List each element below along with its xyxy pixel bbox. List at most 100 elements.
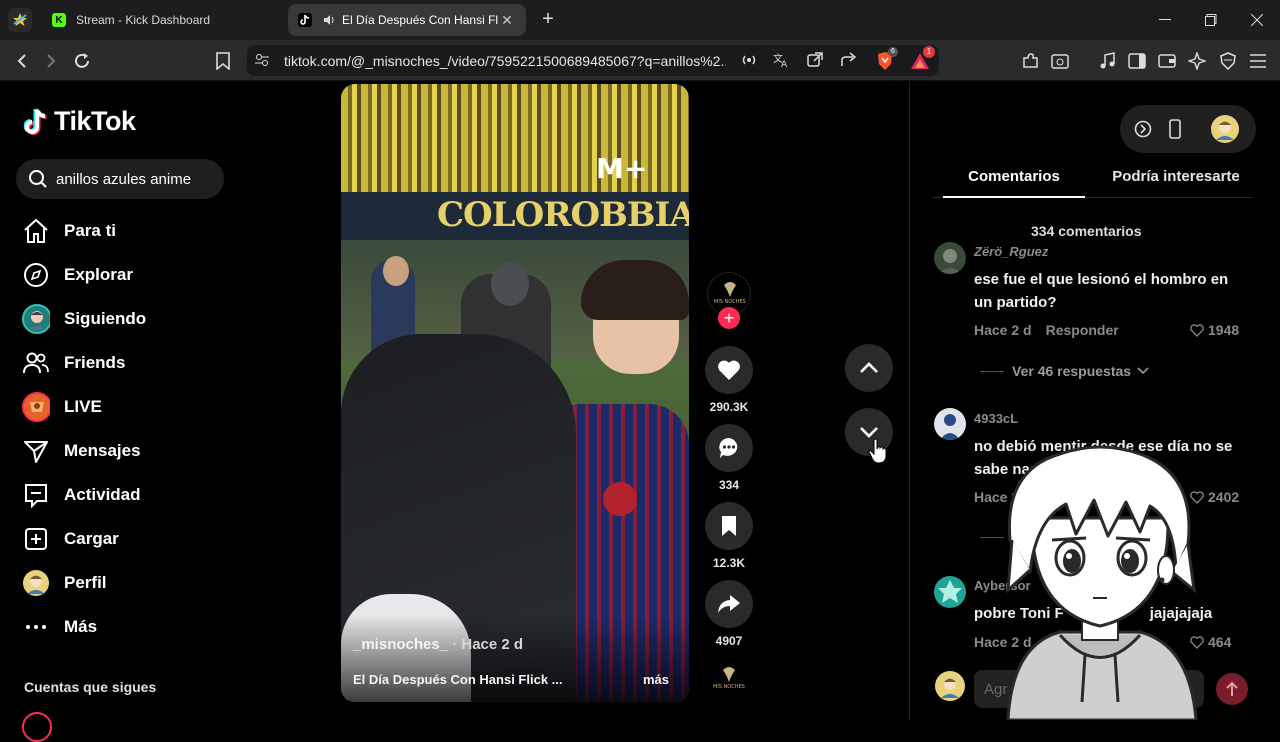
- banner-text: COLOROBBIA: [437, 195, 689, 235]
- commenter-name[interactable]: 4933cL: [974, 411, 1018, 426]
- forward-button[interactable]: [40, 50, 62, 72]
- user-avatar[interactable]: [1210, 114, 1240, 144]
- active-tab-indicator: [943, 196, 1085, 198]
- nav-label: LIVE: [64, 397, 102, 416]
- minimize-button[interactable]: [1142, 0, 1188, 40]
- upload-icon: [22, 525, 50, 553]
- heart-outline-icon: [1190, 323, 1204, 337]
- tab-title: Stream - Kick Dashboard: [76, 13, 211, 27]
- author-name[interactable]: _misnoches_: [353, 636, 448, 653]
- media-music-icon[interactable]: [1097, 50, 1119, 72]
- nav-perfil[interactable]: Perfil: [22, 567, 107, 599]
- search-bar[interactable]: anillos azules anime: [16, 159, 224, 199]
- maximize-button[interactable]: [1188, 0, 1234, 40]
- previous-video-button[interactable]: [845, 344, 893, 392]
- translate-icon[interactable]: 文A: [771, 49, 793, 71]
- my-avatar: [935, 671, 965, 701]
- tab-kick-dashboard[interactable]: K Stream - Kick Dashboard: [42, 4, 282, 36]
- nav-label: Actividad: [64, 485, 141, 504]
- comment-meta: Hace 2 d Responder: [974, 322, 1119, 338]
- follow-plus-button[interactable]: +: [718, 307, 740, 329]
- caption-more-link[interactable]: más: [643, 672, 669, 687]
- tiktok-logo[interactable]: TikTok: [24, 106, 136, 137]
- like-button[interactable]: [705, 346, 753, 394]
- reply-button[interactable]: Responder: [1046, 322, 1119, 338]
- vtuber-avatar-overlay: [1006, 445, 1198, 720]
- new-tab-button[interactable]: +: [538, 9, 558, 30]
- open-external-icon[interactable]: [804, 49, 826, 71]
- tiktok-note-icon: [24, 107, 47, 135]
- video-author[interactable]: _misnoches_ · Hace 2 d: [353, 636, 523, 653]
- comment-bubble-icon: [719, 438, 738, 458]
- more-dots-icon: [22, 613, 50, 641]
- view-replies-button[interactable]: Ver 46 respuestas: [980, 363, 1149, 379]
- back-button[interactable]: [11, 50, 33, 72]
- following-header: Cuentas que sigues: [24, 679, 157, 695]
- nav-explorar[interactable]: Explorar: [22, 259, 133, 291]
- compass-icon: [22, 261, 50, 289]
- nav-label: Siguiendo: [64, 309, 147, 328]
- commenter-avatar[interactable]: [934, 408, 966, 440]
- player-hair: [581, 260, 689, 320]
- followed-account-avatar[interactable]: [22, 712, 52, 742]
- broadcaster-logo: M+: [596, 152, 648, 185]
- close-tab-icon[interactable]: ✕: [498, 11, 516, 29]
- nav-actividad[interactable]: Actividad: [22, 479, 141, 511]
- svg-text:MIS NOCHES: MIS NOCHES: [714, 299, 746, 305]
- vpn-shield-icon[interactable]: [1217, 50, 1239, 72]
- brave-rewards-icon[interactable]: 1: [909, 46, 935, 72]
- nav-friends[interactable]: Friends: [22, 347, 125, 379]
- comment-button[interactable]: [705, 424, 753, 472]
- speaker-icon[interactable]: [322, 13, 336, 27]
- reload-button[interactable]: [71, 50, 93, 72]
- address-bar[interactable]: tiktok.com/@_misnoches_/video/7595221500…: [247, 45, 939, 76]
- share-button[interactable]: [705, 580, 753, 628]
- video-player[interactable]: M+ COLOROBBIA _misnoches_ · Hace 2 d El …: [341, 84, 689, 702]
- send-comment-button[interactable]: [1216, 673, 1248, 705]
- nav-siguiendo[interactable]: Siguiendo: [22, 303, 146, 335]
- broadcast-icon[interactable]: [738, 49, 760, 71]
- tab-menu-button[interactable]: [8, 8, 32, 32]
- svg-text:A: A: [781, 60, 788, 68]
- comment-like-button[interactable]: 1948: [1190, 322, 1239, 338]
- nav-mas[interactable]: Más: [22, 611, 97, 643]
- nav-para-ti[interactable]: Para ti: [22, 215, 116, 247]
- brave-shields-icon[interactable]: 6: [874, 47, 898, 72]
- coach-head: [491, 262, 529, 306]
- comment-time: Hace 2 d: [974, 322, 1032, 338]
- home-icon: [22, 217, 50, 245]
- tab-search-icon[interactable]: [1049, 50, 1071, 72]
- menu-icon[interactable]: [1247, 50, 1269, 72]
- activity-icon: [22, 481, 50, 509]
- nav-mensajes[interactable]: Mensajes: [22, 435, 141, 467]
- tab-podria-interesarte[interactable]: Podría interesarte: [1098, 168, 1254, 185]
- comment-like-count: 2402: [1208, 489, 1240, 505]
- extensions-icon[interactable]: [1019, 50, 1041, 72]
- comment-like-count: 464: [1208, 634, 1232, 650]
- browser-toolbar: tiktok.com/@_misnoches_/video/7595221500…: [0, 40, 1280, 81]
- commenter-avatar[interactable]: [934, 242, 966, 274]
- save-count: 12.3K: [712, 556, 746, 570]
- music-disc[interactable]: MIS NOCHES: [707, 662, 751, 702]
- nav-live[interactable]: LIVE: [22, 391, 102, 423]
- commenter-avatar[interactable]: [934, 576, 966, 608]
- commenter-name[interactable]: Zërö_Rguez: [974, 244, 1048, 259]
- share-icon[interactable]: [838, 49, 860, 71]
- nav-cargar[interactable]: Cargar: [22, 523, 119, 555]
- close-window-button[interactable]: [1234, 0, 1280, 40]
- device-icon[interactable]: [1168, 119, 1182, 139]
- replies-line: [980, 370, 1004, 372]
- bookmark-button[interactable]: [212, 50, 234, 72]
- save-button[interactable]: [705, 502, 753, 550]
- autoscroll-icon[interactable]: [1134, 120, 1152, 138]
- nav-label: Perfil: [64, 573, 107, 592]
- leo-ai-icon[interactable]: [1186, 50, 1208, 72]
- site-info-icon[interactable]: [251, 49, 273, 71]
- wallet-icon[interactable]: [1156, 50, 1178, 72]
- sidebar-toggle-icon[interactable]: [1126, 50, 1148, 72]
- tab-comentarios[interactable]: Comentarios: [943, 168, 1085, 185]
- view-replies-label: Ver 46 respuestas: [1012, 363, 1132, 379]
- search-input[interactable]: anillos azules anime: [56, 171, 191, 188]
- tab-tiktok-video[interactable]: El Día Después Con Hansi Flick ✕: [288, 4, 526, 36]
- share-count: 4907: [715, 634, 743, 648]
